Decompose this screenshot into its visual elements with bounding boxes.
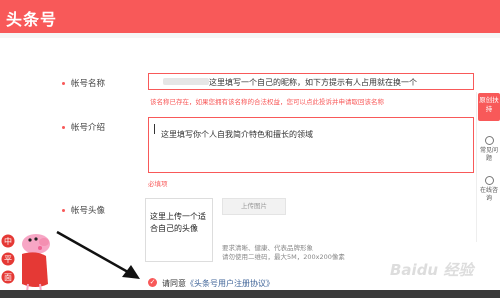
taskbar (0, 290, 500, 298)
pig-sticker: 中 平 面 (1, 234, 50, 293)
sticker-char-1: 中 (4, 236, 12, 246)
watermark: Baidu 经验 (390, 261, 474, 279)
sticker-char-2: 平 (4, 255, 12, 264)
sticker-char-3: 面 (4, 273, 12, 282)
annotation-arrow (56, 230, 140, 279)
